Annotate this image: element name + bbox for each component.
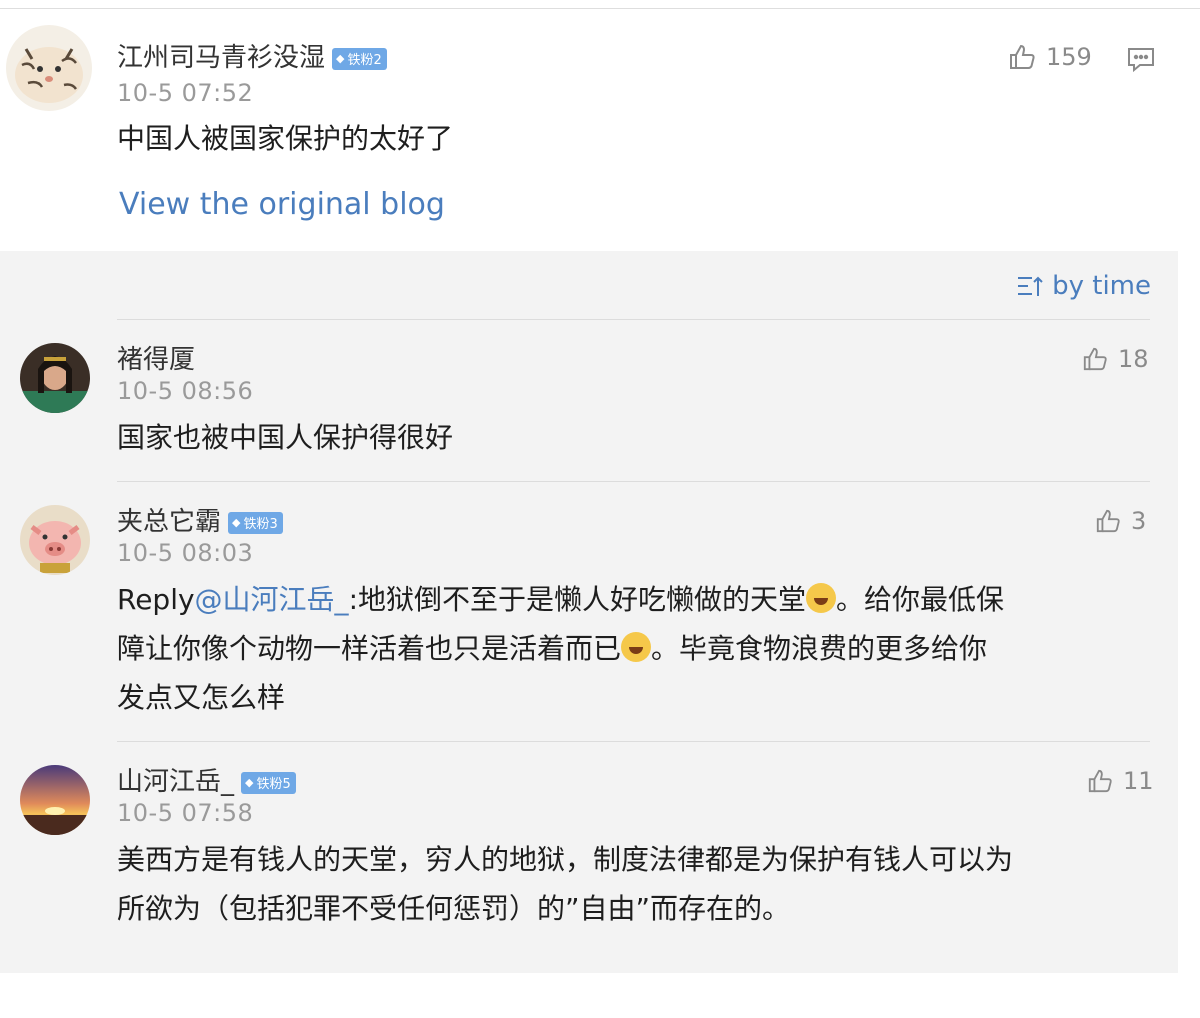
mention-link[interactable]: @山河江岳_ <box>195 583 349 616</box>
main-comment: 江州司马青衫没湿 ◆ 铁粉2 10-5 07:52 中国人被国家保护的太好了 159… <box>0 9 1200 251</box>
laughing-tears-emoji <box>621 632 652 662</box>
username[interactable]: 夹总它霸 ◆ 铁粉3 <box>117 501 283 538</box>
like-count: 11 <box>1123 767 1154 795</box>
thumbs-up-icon <box>1088 769 1112 793</box>
like-count: 3 <box>1131 507 1147 535</box>
fan-badge[interactable]: ◆ 铁粉2 <box>332 47 387 70</box>
sort-toggle[interactable]: by time <box>1016 271 1151 301</box>
replies-panel: by time 褚得厦 10-5 08:56 国家也被中国人保护得很好 18 夹… <box>0 251 1178 973</box>
comment-text: Reply@山河江岳_:地狱倒不至于是懒人好吃懒做的天堂 。给你最低保 障让你像个… <box>117 583 1005 714</box>
diamond-icon: ◆ <box>336 52 345 65</box>
comment-text: 中国人被国家保护的太好了 <box>117 122 454 155</box>
username[interactable]: 江州司马青衫没湿 ◆ 铁粉2 <box>117 37 387 74</box>
like-count: 159 <box>1046 43 1092 71</box>
sort-icon <box>1018 276 1043 296</box>
username[interactable]: 褚得厦 <box>117 339 195 376</box>
timestamp: 10-5 08:56 <box>117 377 254 405</box>
like-button[interactable]: 3 <box>1095 507 1146 535</box>
like-button[interactable]: 18 <box>1082 345 1149 373</box>
diamond-icon: ◆ <box>232 516 241 529</box>
comment-text: 国家也被中国人保护得很好 <box>117 421 454 454</box>
timestamp: 10-5 08:03 <box>117 539 254 567</box>
comment-text: 美西方是有钱人的天堂，穷人的地狱，制度法律都是为保护有钱人可以为 所欲为（包括犯… <box>117 843 1014 925</box>
like-button[interactable]: 11 <box>1087 767 1154 795</box>
timestamp: 10-5 07:58 <box>117 799 254 827</box>
avatar[interactable] <box>20 505 90 575</box>
divider <box>117 481 1150 482</box>
thumbs-up-icon <box>1083 347 1107 371</box>
avatar[interactable] <box>20 343 90 413</box>
laughing-tears-emoji <box>806 583 836 613</box>
diamond-icon: ◆ <box>245 776 254 789</box>
thumbs-up-icon <box>1096 509 1120 533</box>
thumbs-up-icon <box>1010 44 1035 69</box>
username[interactable]: 山河江岳_ ◆ 铁粉5 <box>117 761 296 798</box>
divider <box>117 319 1150 320</box>
timestamp: 10-5 07:52 <box>117 79 254 107</box>
fan-badge[interactable]: ◆ 铁粉3 <box>228 511 283 534</box>
like-button[interactable]: 159 <box>1008 43 1092 71</box>
fan-badge[interactable]: ◆ 铁粉5 <box>241 771 296 794</box>
avatar[interactable] <box>20 765 90 835</box>
avatar[interactable] <box>6 25 92 111</box>
view-original-link[interactable]: View the original blog <box>119 187 445 222</box>
divider <box>117 741 1150 742</box>
comment-bubble-icon[interactable] <box>1127 47 1155 73</box>
like-count: 18 <box>1118 345 1149 373</box>
sort-label: by time <box>1052 271 1151 301</box>
